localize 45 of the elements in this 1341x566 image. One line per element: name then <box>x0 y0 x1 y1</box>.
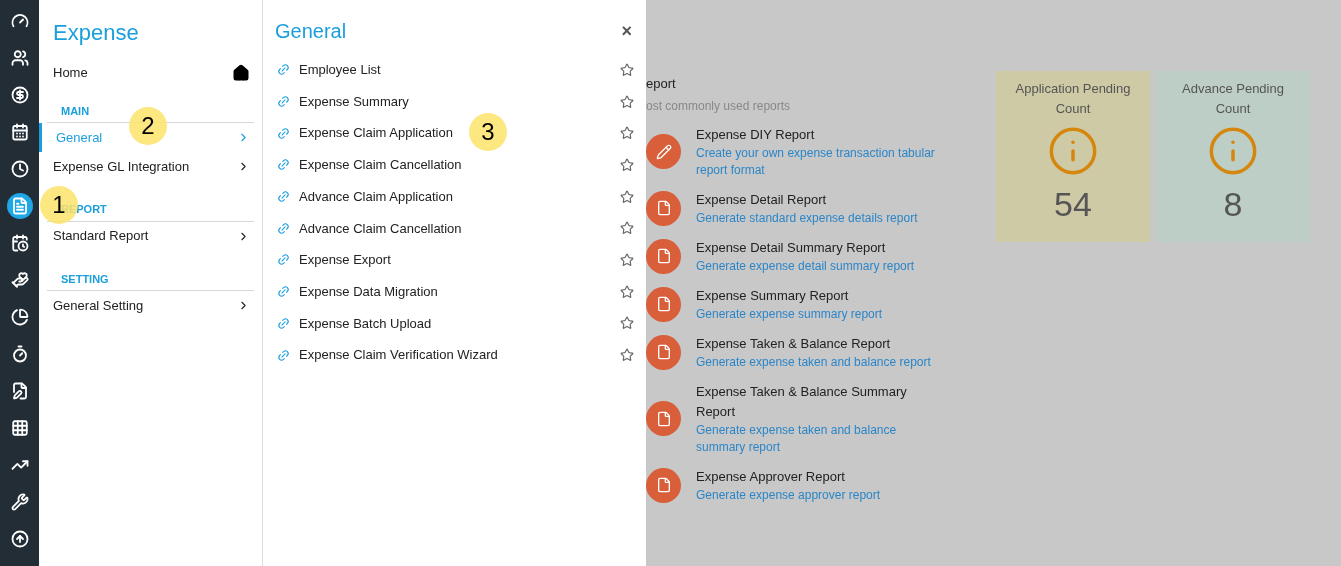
card-label: Advance Pending Count <box>1181 80 1285 118</box>
star-icon[interactable] <box>620 284 634 299</box>
report-name[interactable]: Expense Detail Report <box>696 189 936 210</box>
callout-marker: 3 <box>469 113 507 151</box>
submenu-item[interactable]: Expense Data Migration <box>299 281 620 302</box>
menu-item[interactable]: Expense GL Integration <box>39 152 262 181</box>
submenu-item[interactable]: Expense Batch Upload <box>299 313 620 334</box>
report-name[interactable]: Expense DIY Report <box>696 124 936 145</box>
star-icon[interactable] <box>620 221 634 236</box>
submenu-item[interactable]: Employee List <box>299 60 620 80</box>
report-name[interactable]: Expense Taken & Balance Report <box>696 333 936 354</box>
submenu-item[interactable]: Advance Claim Application <box>299 186 620 207</box>
close-button[interactable]: × <box>621 17 632 45</box>
star-icon[interactable] <box>620 189 634 204</box>
submenu-title: General <box>275 19 347 44</box>
star-icon[interactable] <box>620 348 634 363</box>
menu-item[interactable]: General Setting <box>39 291 262 320</box>
card-label: Application Pending Count <box>1014 80 1132 118</box>
info-icon <box>1207 125 1259 177</box>
card-count: 8 <box>1223 184 1243 225</box>
home-link[interactable]: Home <box>53 63 88 83</box>
report-name[interactable]: Expense Approver Report <box>696 466 936 487</box>
submenu-item[interactable]: Expense Export <box>299 250 620 270</box>
section-title: eport <box>646 75 677 93</box>
star-icon[interactable] <box>620 252 634 267</box>
submenu-item[interactable]: Advance Claim Cancellation <box>299 218 620 239</box>
report-name[interactable]: Expense Detail Summary Report <box>696 237 936 258</box>
info-icon <box>1047 125 1099 177</box>
star-icon[interactable] <box>620 157 634 172</box>
module-title: Expense <box>52 19 140 47</box>
submenu-item[interactable]: Expense Summary <box>299 91 620 112</box>
document-icon[interactable] <box>6 193 33 219</box>
star-icon[interactable] <box>620 126 634 141</box>
card-count: 54 <box>1054 184 1092 225</box>
submenu-item[interactable]: Expense Claim Cancellation <box>299 155 620 175</box>
report-name[interactable]: Expense Summary Report <box>696 285 936 306</box>
star-icon[interactable] <box>620 62 634 77</box>
submenu-item[interactable]: Expense Claim Verification Wizard <box>299 345 620 365</box>
home-icon <box>232 63 250 82</box>
section-subtitle: ost commonly used reports <box>646 97 792 115</box>
section-heading: SETTING <box>47 270 254 291</box>
star-icon[interactable] <box>620 94 634 109</box>
report-name[interactable]: Expense Taken & Balance Summary Report <box>696 381 936 422</box>
star-icon[interactable] <box>620 316 634 331</box>
menu-item[interactable]: Standard Report <box>39 221 262 251</box>
